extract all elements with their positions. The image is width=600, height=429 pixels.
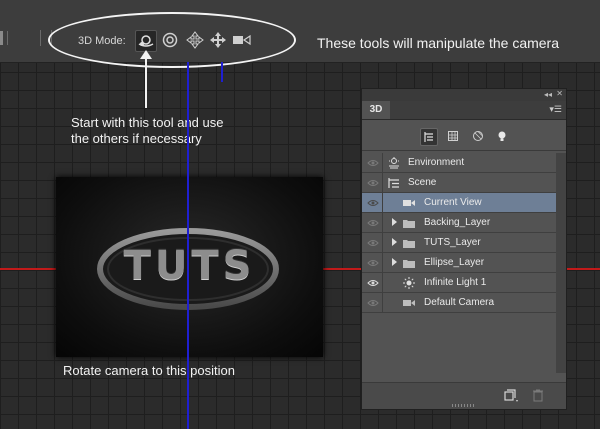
camera-icon [402, 296, 416, 310]
align-icons[interactable] [0, 31, 30, 45]
visibility-eye-icon[interactable] [364, 213, 383, 232]
layer-row-environment[interactable]: Environment [362, 153, 556, 173]
layer-label: Scene [408, 177, 437, 188]
panel-tab-bar: 3D ▾☰ [362, 101, 566, 120]
rotate-camera-note: Rotate camera to this position [63, 363, 235, 378]
layer-row-tuts-layer[interactable]: TUTS_Layer [362, 233, 556, 253]
start-tool-note: Start with this tool and use the others … [71, 115, 223, 147]
meshes-filter-icon [448, 131, 458, 141]
mesh-icon [402, 256, 416, 270]
layer-row-backing-layer[interactable]: Backing_Layer [362, 213, 556, 233]
filter-bar [362, 120, 566, 151]
expand-arrow-icon[interactable] [392, 258, 397, 266]
new-light-button[interactable] [504, 389, 520, 408]
light-icon [402, 276, 416, 290]
whole-scene-filter-icon [424, 132, 433, 142]
layer-label: Environment [408, 157, 465, 168]
collapse-icon[interactable]: ◂◂ [544, 90, 552, 99]
expand-arrow-icon[interactable] [392, 238, 397, 246]
tools-callout-oval [48, 12, 296, 68]
layer-list-scrollbar[interactable] [556, 153, 566, 373]
visibility-eye-icon[interactable] [364, 293, 383, 312]
visibility-eye-icon[interactable] [364, 273, 383, 292]
callout-arrow-head [140, 50, 152, 59]
materials-filter-icon [473, 131, 483, 141]
layer-list: Environment Scene Current View Backing_L… [362, 153, 556, 313]
panel-header: ◂◂ ✕ [362, 89, 566, 101]
expand-arrow-icon[interactable] [392, 218, 397, 226]
panel-footer [362, 382, 566, 409]
layer-row-ellipse-layer[interactable]: Ellipse_Layer [362, 253, 556, 273]
trash-icon [533, 389, 543, 402]
tab-3d[interactable]: 3D [362, 101, 390, 119]
layer-row-default-camera[interactable]: Default Camera [362, 293, 556, 313]
visibility-eye-icon[interactable] [364, 193, 383, 212]
layer-label: Default Camera [424, 297, 495, 308]
visibility-eye-icon[interactable] [364, 233, 383, 252]
tuts-logo-text: TUTS [123, 243, 256, 289]
environment-icon [387, 156, 401, 170]
whole-scene-filter-button[interactable] [420, 128, 438, 146]
layer-label: TUTS_Layer [424, 237, 481, 248]
layer-row-current-view[interactable]: Current View [362, 193, 556, 213]
layer-label: Current View [424, 197, 482, 208]
3d-panel: ◂◂ ✕ 3D ▾☰ Environment Scene Current Vie… [361, 88, 567, 410]
meshes-filter-button[interactable] [445, 128, 461, 144]
lights-filter-button[interactable] [494, 128, 510, 144]
y-axis-line-top [221, 62, 223, 82]
visibility-eye-icon[interactable] [364, 173, 383, 192]
callout-arrow [145, 54, 147, 108]
layer-label: Infinite Light 1 [424, 277, 487, 288]
tools-callout-caption: These tools will manipulate the camera [317, 35, 560, 51]
close-panel-icon[interactable]: ✕ [556, 89, 563, 98]
layer-label: Backing_Layer [424, 217, 491, 228]
options-bar: 3D Mode: These tools will manipulate the… [0, 0, 600, 68]
panel-menu-icon[interactable]: ▾☰ [549, 104, 562, 115]
scene-icon [387, 176, 401, 190]
layer-row-infinite-light[interactable]: Infinite Light 1 [362, 273, 556, 293]
mesh-icon [402, 236, 416, 250]
mesh-icon [402, 216, 416, 230]
panel-resize-grip[interactable] [452, 404, 476, 407]
visibility-eye-icon[interactable] [364, 253, 383, 272]
delete-button[interactable] [532, 388, 544, 407]
document-canvas[interactable]: TUTS [56, 177, 323, 357]
lights-filter-icon [498, 131, 506, 141]
start-tool-note-line-2: the others if necessary [71, 131, 202, 146]
new-light-icon [504, 389, 518, 402]
visibility-eye-icon[interactable] [364, 153, 383, 172]
layer-row-scene[interactable]: Scene [362, 173, 556, 193]
camera-icon [402, 196, 416, 210]
materials-filter-button[interactable] [470, 128, 486, 144]
layer-label: Ellipse_Layer [424, 257, 485, 268]
start-tool-note-line-1: Start with this tool and use [71, 115, 224, 130]
